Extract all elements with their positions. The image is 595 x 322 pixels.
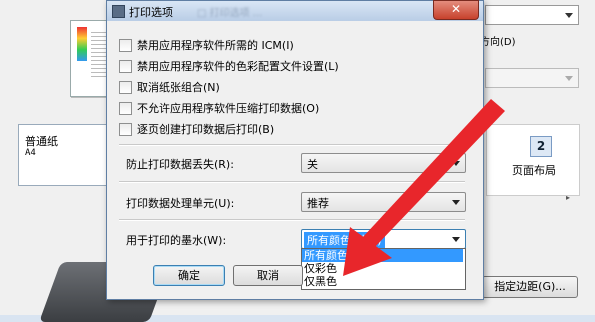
checkbox[interactable]	[119, 122, 132, 136]
close-button[interactable]: ✕	[433, 0, 479, 20]
selected-value: 关	[307, 158, 318, 171]
ok-button[interactable]: 确定	[153, 265, 225, 286]
color-strip	[77, 27, 87, 61]
chevron-down-icon	[452, 161, 460, 166]
checkbox-group: 禁用应用程序软件所需的 ICM(I) 禁用应用程序软件的色彩配置文件设置(L) …	[119, 26, 464, 141]
selected-value: 推荐	[307, 197, 329, 210]
checkbox-row-no-compression[interactable]: 不允许应用程序软件压缩打印数据(O)	[119, 100, 319, 116]
printer-icon	[112, 5, 125, 18]
paper-type-label: 普通纸	[25, 135, 58, 148]
ink-option-all-colors[interactable]: 所有颜色(默认)	[302, 249, 463, 262]
ink-option-color-only[interactable]: 仅彩色	[304, 262, 337, 275]
ink-dropdown-list: 所有颜色(默认) 仅彩色 仅黑色	[301, 248, 466, 290]
ink-option-black-only[interactable]: 仅黑色	[304, 275, 337, 288]
checkbox-label: 禁用应用程序软件的色彩配置文件设置(L)	[137, 60, 339, 73]
dialog-title: 打印选项	[129, 6, 173, 19]
checkbox[interactable]	[119, 38, 132, 52]
background-select-disabled	[485, 68, 579, 88]
checkbox-row-cancel-paper-combination[interactable]: 取消纸张组合(N)	[119, 79, 220, 95]
orientation-label: 方向(D)	[480, 37, 516, 48]
checkbox-row-disable-color-profile[interactable]: 禁用应用程序软件的色彩配置文件设置(L)	[119, 58, 339, 74]
paper-size-label: A4	[25, 148, 36, 158]
checkbox-row-disable-icm[interactable]: 禁用应用程序软件所需的 ICM(I)	[119, 37, 294, 53]
cancel-button[interactable]: 取消	[233, 265, 303, 286]
data-unit-select[interactable]: 推荐	[301, 192, 466, 212]
ink-label: 用于打印的墨水(W):	[126, 234, 227, 247]
page-layout-icon[interactable]: 2	[530, 136, 552, 157]
prevent-data-loss-select[interactable]: 关	[301, 153, 466, 173]
specify-margin-button[interactable]: 指定边距(G)...	[482, 276, 578, 298]
chevron-down-icon	[452, 200, 460, 205]
checkbox[interactable]	[119, 59, 132, 73]
checkbox[interactable]	[119, 101, 132, 115]
background-select-top[interactable]	[485, 5, 579, 25]
background-title-ghost: □ 打印选项 ...	[197, 8, 263, 19]
checkbox[interactable]	[119, 80, 132, 94]
chevron-down-icon	[452, 237, 460, 242]
page-layout-panel[interactable]	[486, 124, 580, 196]
checkbox-label: 禁用应用程序软件所需的 ICM(I)	[137, 39, 294, 52]
separator	[119, 181, 465, 183]
separator	[119, 219, 465, 221]
checkbox-label: 逐页创建打印数据后打印(B)	[137, 123, 275, 136]
prevent-data-loss-label: 防止打印数据丢失(R):	[126, 158, 234, 171]
data-unit-label: 打印数据处理单元(U):	[126, 197, 235, 210]
checkbox-label: 取消纸张组合(N)	[137, 81, 220, 94]
page-layout-label: 页面布局	[512, 164, 556, 177]
paper-type-panel[interactable]: 普通纸 A4	[18, 124, 120, 186]
title-bar[interactable]: 打印选项 □ 打印选项 ... ✕	[107, 0, 483, 21]
checkbox-label: 不允许应用程序软件压缩打印数据(O)	[137, 102, 320, 115]
ink-select[interactable]: 所有颜色(默认)	[301, 229, 466, 249]
selected-value: 所有颜色(默认)	[304, 232, 385, 248]
separator	[119, 144, 465, 146]
scroll-right-icon[interactable]: ▸	[566, 193, 570, 202]
print-options-dialog: 打印选项 □ 打印选项 ... ✕ 禁用应用程序软件所需的 ICM(I) 禁用应…	[106, 0, 484, 300]
checkbox-row-page-by-page[interactable]: 逐页创建打印数据后打印(B)	[119, 121, 274, 137]
